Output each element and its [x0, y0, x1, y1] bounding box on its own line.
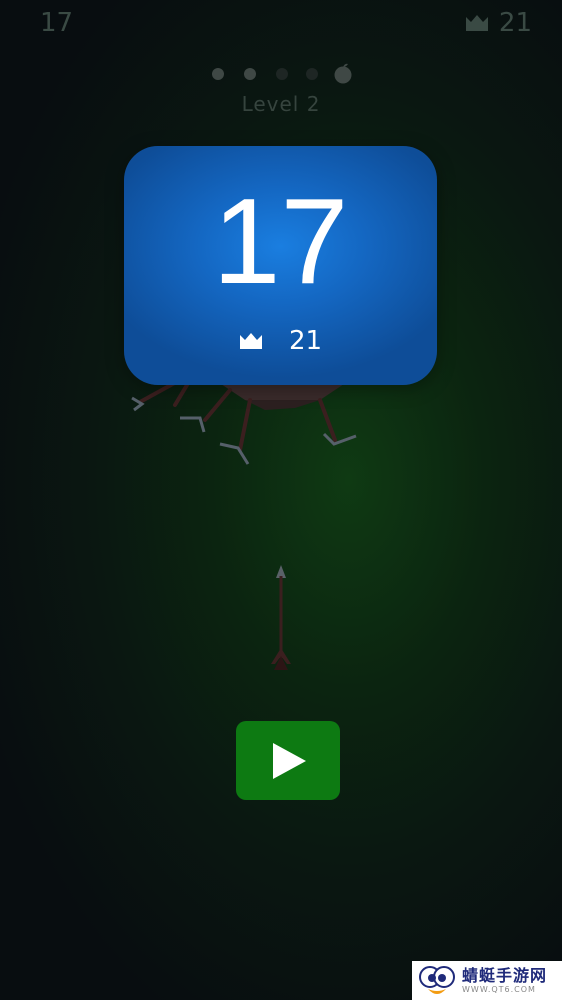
card-best-value: 21 — [288, 326, 323, 356]
score-card: 17 21 — [124, 146, 437, 385]
boss-apple-icon — [334, 63, 352, 84]
watermark-url: WWW.QT6.COM — [462, 984, 536, 994]
play-icon — [273, 742, 306, 779]
crown-icon — [239, 333, 262, 349]
play-button[interactable] — [236, 721, 340, 800]
level-label: Level 2 — [241, 92, 321, 116]
card-best-score: 21 — [124, 326, 437, 356]
watermark: 蜻蜓手游网 WWW.QT6.COM — [412, 961, 562, 1000]
watermark-title: 蜻蜓手游网 — [462, 965, 548, 985]
stage-dot — [276, 68, 288, 80]
current-score: 17 — [40, 8, 74, 38]
arrow-projectile — [271, 565, 291, 670]
stage-dot — [306, 68, 318, 80]
best-score-value: 21 — [498, 8, 532, 38]
best-score: 21 — [465, 8, 532, 38]
level-progress — [210, 62, 360, 86]
crown-icon — [465, 15, 488, 31]
dragonfly-logo-icon — [419, 965, 455, 994]
card-score: 17 — [212, 173, 349, 309]
stage-dot — [244, 68, 256, 80]
stage-dot — [212, 68, 224, 80]
